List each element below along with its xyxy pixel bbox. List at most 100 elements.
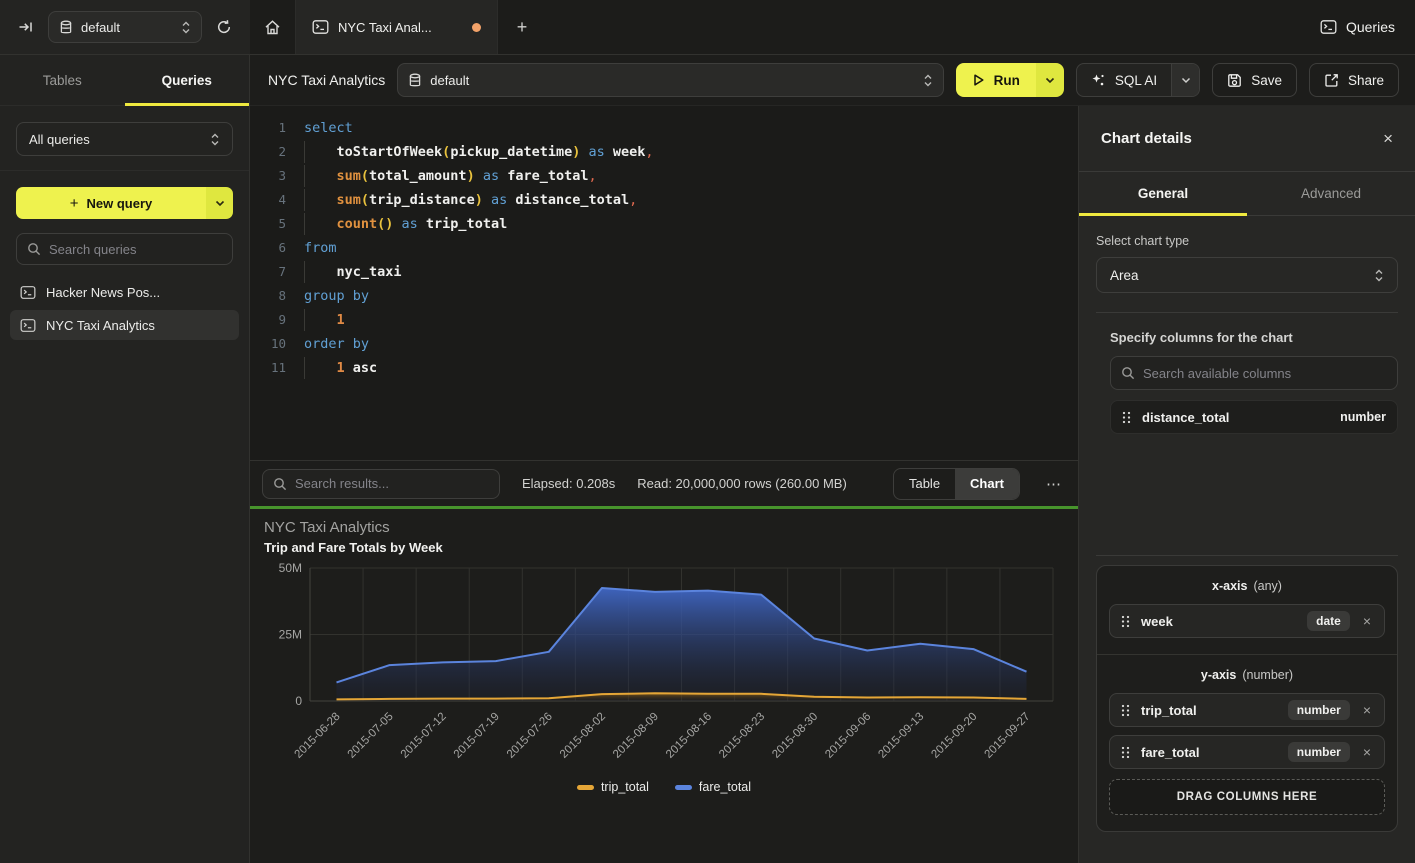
saved-query-list: Hacker News Pos...NYC Taxi Analytics [0,277,249,340]
view-toggle-table[interactable]: Table [894,469,955,499]
available-column-distance_total[interactable]: distance_totalnumber [1110,400,1398,434]
code-line[interactable]: 10order by [250,332,1078,356]
code-line[interactable]: 91 [250,308,1078,332]
sidebar: TablesQueries All queries + New query [0,55,250,863]
line-number: 4 [250,188,286,212]
new-query-split-button: + New query [16,187,233,219]
run-button[interactable]: Run [956,63,1036,97]
save-button[interactable]: Save [1212,63,1297,97]
share-icon [1324,73,1339,88]
remove-column-button[interactable]: × [1361,702,1373,718]
drag-handle-icon[interactable] [1121,615,1130,628]
indent-guide [304,357,337,379]
column-name: fare_total [1141,745,1277,760]
queries-console-icon [1320,19,1337,35]
saved-query-item[interactable]: NYC Taxi Analytics [10,310,239,340]
svg-text:2015-07-05: 2015-07-05 [346,711,396,761]
code-line[interactable]: 3sum(total_amount) as fare_total, [250,164,1078,188]
column-name: week [1141,614,1296,629]
code-line[interactable]: 2 toStartOfWeek(pickup_datetime) as week, [250,140,1078,164]
database-selector[interactable]: default [48,11,202,43]
new-query-button[interactable]: + New query [16,187,206,219]
refresh-button[interactable] [212,15,236,39]
plus-icon: + [70,195,79,212]
chart-type-value: Area [1110,268,1374,283]
code-text: toStartOfWeek(pickup_datetime) as week, [304,140,654,164]
sidebar-tab-queries[interactable]: Queries [125,55,250,105]
stepper-icon [210,133,220,146]
chevron-down-icon [1181,77,1191,84]
code-line[interactable]: 6from [250,236,1078,260]
columns-search-input[interactable] [1143,366,1387,381]
legend-swatch [675,785,692,790]
database-icon [408,73,422,88]
line-number: 6 [250,236,286,260]
indent-guide [304,213,337,235]
more-options-button[interactable]: ⋯ [1042,471,1066,497]
top-bar-right: Queries [1320,0,1415,54]
sql-ai-split-button: SQL AI [1076,63,1200,97]
view-toggle-chart[interactable]: Chart [955,469,1019,499]
line-number: 2 [250,140,286,164]
query-tab-nyc-taxi[interactable]: NYC Taxi Anal... [296,0,498,54]
collapse-sidebar-button[interactable] [14,15,38,39]
code-line[interactable]: 111 asc [250,356,1078,380]
svg-text:2015-07-12: 2015-07-12 [399,711,449,761]
sql-editor[interactable]: 1 select 2 toStartOfWeek(pickup_datetime) a… [250,106,1078,460]
results-search-box [262,469,500,499]
search-icon [27,242,41,256]
run-options-button[interactable] [1036,63,1064,97]
drag-handle-icon[interactable] [1122,411,1131,424]
line-number: 9 [250,308,286,332]
axis-column-week[interactable]: weekdate× [1109,604,1385,638]
queries-shortcut-button[interactable]: Queries [1320,19,1395,35]
query-tab-title: NYC Taxi Anal... [338,20,463,35]
toolbar-database-selector[interactable]: default [397,63,943,97]
line-number: 7 [250,260,286,284]
share-button[interactable]: Share [1309,63,1399,97]
code-text: select [304,116,353,140]
chart-details-header: Chart details × [1079,106,1415,172]
drag-columns-dropzone[interactable]: DRAG COLUMNS HERE [1109,779,1385,815]
remove-column-button[interactable]: × [1361,613,1373,629]
svg-text:25M: 25M [279,628,302,642]
code-text: nyc_taxi [304,260,402,284]
close-panel-button[interactable]: × [1383,129,1393,149]
line-number: 11 [250,356,286,380]
code-line[interactable]: 7 nyc_taxi [250,260,1078,284]
indent-guide [304,261,337,283]
details-tab-advanced[interactable]: Advanced [1247,172,1415,215]
query-search-input[interactable] [49,242,222,257]
results-search-input[interactable] [295,476,489,491]
stepper-icon [923,74,933,87]
home-button[interactable] [250,0,296,54]
axis-column-fare_total[interactable]: fare_totalnumber× [1109,735,1385,769]
new-tab-button[interactable]: + [498,0,546,54]
code-line[interactable]: 8group by [250,284,1078,308]
query-filter-select[interactable]: All queries [16,122,233,156]
chart-type-label: Select chart type [1096,234,1398,248]
line-number: 8 [250,284,286,308]
code-line[interactable]: 4sum(trip_distance) as distance_total, [250,188,1078,212]
sidebar-tab-tables[interactable]: Tables [0,55,125,105]
sql-ai-button[interactable]: SQL AI [1077,64,1171,96]
code-text: count() as trip_total [304,212,507,236]
axis-column-trip_total[interactable]: trip_totalnumber× [1109,693,1385,727]
chevron-down-icon [1045,77,1055,84]
drag-handle-icon[interactable] [1121,704,1130,717]
saved-query-item[interactable]: Hacker News Pos... [10,277,239,307]
sql-ai-options-button[interactable] [1171,64,1199,96]
remove-column-button[interactable]: × [1361,744,1373,760]
new-query-menu-button[interactable] [206,187,233,219]
legend-label: fare_total [699,780,751,794]
code-line[interactable]: 5count() as trip_total [250,212,1078,236]
drag-handle-icon[interactable] [1121,746,1130,759]
details-tab-general[interactable]: General [1079,172,1247,215]
chart-type-select[interactable]: Area [1096,257,1398,293]
legend-item-fare_total[interactable]: fare_total [675,780,751,794]
code-line[interactable]: 1 select [250,116,1078,140]
legend-label: trip_total [601,780,649,794]
line-number: 1 [250,116,286,140]
rows-read: Read: 20,000,000 rows (260.00 MB) [637,476,847,491]
legend-item-trip_total[interactable]: trip_total [577,780,649,794]
